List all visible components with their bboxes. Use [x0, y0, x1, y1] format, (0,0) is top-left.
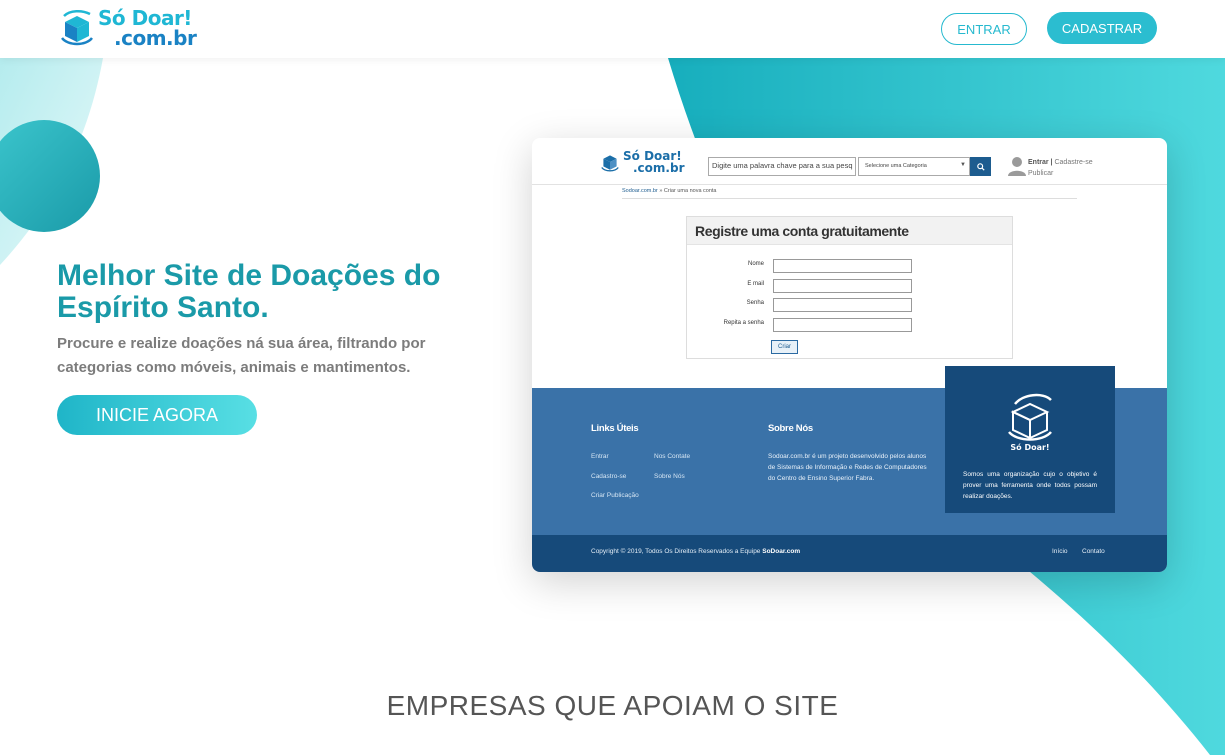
preview-signup-link: Cadastre-se — [1054, 159, 1093, 166]
field-label: Repita a senha — [723, 320, 764, 326]
site-preview-screenshot: Só Doar! .com.br Digite uma palavra chav… — [532, 138, 1167, 572]
login-button[interactable]: ENTRAR — [941, 13, 1027, 45]
preview-publish-link: Publicar — [1028, 170, 1054, 177]
footer-about-title: Sobre Nós — [768, 423, 813, 434]
preview-logo: Só Doar! .com.br — [600, 150, 685, 174]
preview-header: Só Doar! .com.br Digite uma palavra chav… — [532, 138, 1167, 185]
preview-search-button — [970, 157, 991, 176]
copyright-label: Copyright © 2019, Todos Os Direitos Rese… — [591, 548, 761, 555]
preview-logo-domain: .com.br — [633, 161, 685, 175]
field-label: Senha — [746, 300, 764, 306]
preview-create-button: Criar — [771, 340, 798, 354]
user-avatar-icon — [1008, 157, 1026, 176]
repeat-password-field — [773, 318, 912, 332]
breadcrumb-separator: » — [659, 188, 663, 194]
page: Só Doar! .com.br ENTRAR CADASTRAR Melhor… — [0, 0, 1225, 755]
preview-login-link: Entrar | — [1028, 159, 1053, 166]
preview-bottom-bar: Copyright © 2019, Todos Os Direitos Rese… — [532, 535, 1167, 572]
preview-search-input: Digite uma palavra chave para a sua pesq — [708, 157, 856, 176]
donation-box-icon — [61, 10, 93, 46]
footer-link: Sobre Nós — [654, 473, 685, 480]
signup-button[interactable]: CADASTRAR — [1047, 12, 1157, 44]
donation-box-icon: Só Doar! — [1008, 393, 1052, 452]
footer-link: Nos Contate — [654, 453, 691, 460]
footer-links-title: Links Úteis — [591, 423, 639, 434]
email-field — [773, 279, 912, 293]
supporters-section-title: EMPRESAS QUE APOIAM O SITE — [386, 690, 839, 721]
preview-login-links: Entrar | Cadastre-se Publicar — [1028, 157, 1108, 179]
start-now-button[interactable]: INICIE AGORA — [57, 395, 257, 435]
card-logo-text: Só Doar! — [1010, 442, 1049, 452]
org-card-text: Somos uma organização cujo o objetivo é … — [963, 471, 1097, 500]
form-row-name: Nome — [687, 259, 1014, 273]
breadcrumb-home: Sodoar.com.br — [622, 188, 658, 194]
form-row-email: E mail — [687, 279, 1014, 293]
copyright-text: Copyright © 2019, Todos Os Direitos Rese… — [591, 548, 800, 555]
footer-link: Cadastro-se — [591, 473, 627, 480]
breadcrumb-current: Criar uma nova conta — [663, 188, 717, 194]
field-label: Nome — [747, 261, 764, 267]
form-row-password: Senha — [687, 298, 1014, 312]
hero-subtitle: Procure e realize doações ná sua área, f… — [57, 335, 426, 376]
copyright-brand: SoDoar.com — [762, 548, 801, 555]
preview-box-icon — [601, 155, 619, 172]
preview-category-select: Selecione uma Categoria ▼ — [858, 157, 970, 176]
search-icon — [976, 162, 985, 171]
hero-title: Melhor Site de Doações do Espírito Santo… — [57, 259, 441, 324]
footer-link: Criar Publicação — [591, 492, 639, 499]
logo-text-main: Só Doar! — [98, 6, 192, 30]
form-row-repeat-password: Repita a senha — [687, 318, 1014, 332]
preview-form-title: Registre uma conta gratuitamente — [687, 217, 1012, 245]
chevron-down-icon: ▼ — [960, 162, 966, 168]
bottom-link-home: Início — [1052, 548, 1068, 555]
preview-category-label: Selecione uma Categoria — [865, 163, 927, 169]
preview-org-card: Só Doar! Somos uma organização cujo o ob… — [945, 366, 1115, 513]
preview-register-form: Registre uma conta gratuitamente Nome E … — [686, 216, 1013, 359]
name-field — [773, 259, 912, 273]
preview-breadcrumb: Sodoar.com.br » Criar uma nova conta — [622, 188, 1077, 199]
bottom-link-contact: Contato — [1082, 548, 1105, 555]
logo-text-domain: .com.br — [114, 26, 197, 50]
top-navbar: Só Doar! .com.br ENTRAR CADASTRAR — [0, 0, 1225, 58]
footer-about-text: Sodoar.com.br é um projeto desenvolvido … — [768, 453, 927, 482]
field-label: E mail — [747, 281, 764, 287]
footer-link: Entrar — [591, 453, 609, 460]
password-field — [773, 298, 912, 312]
site-logo[interactable]: Só Doar! .com.br — [60, 6, 215, 50]
